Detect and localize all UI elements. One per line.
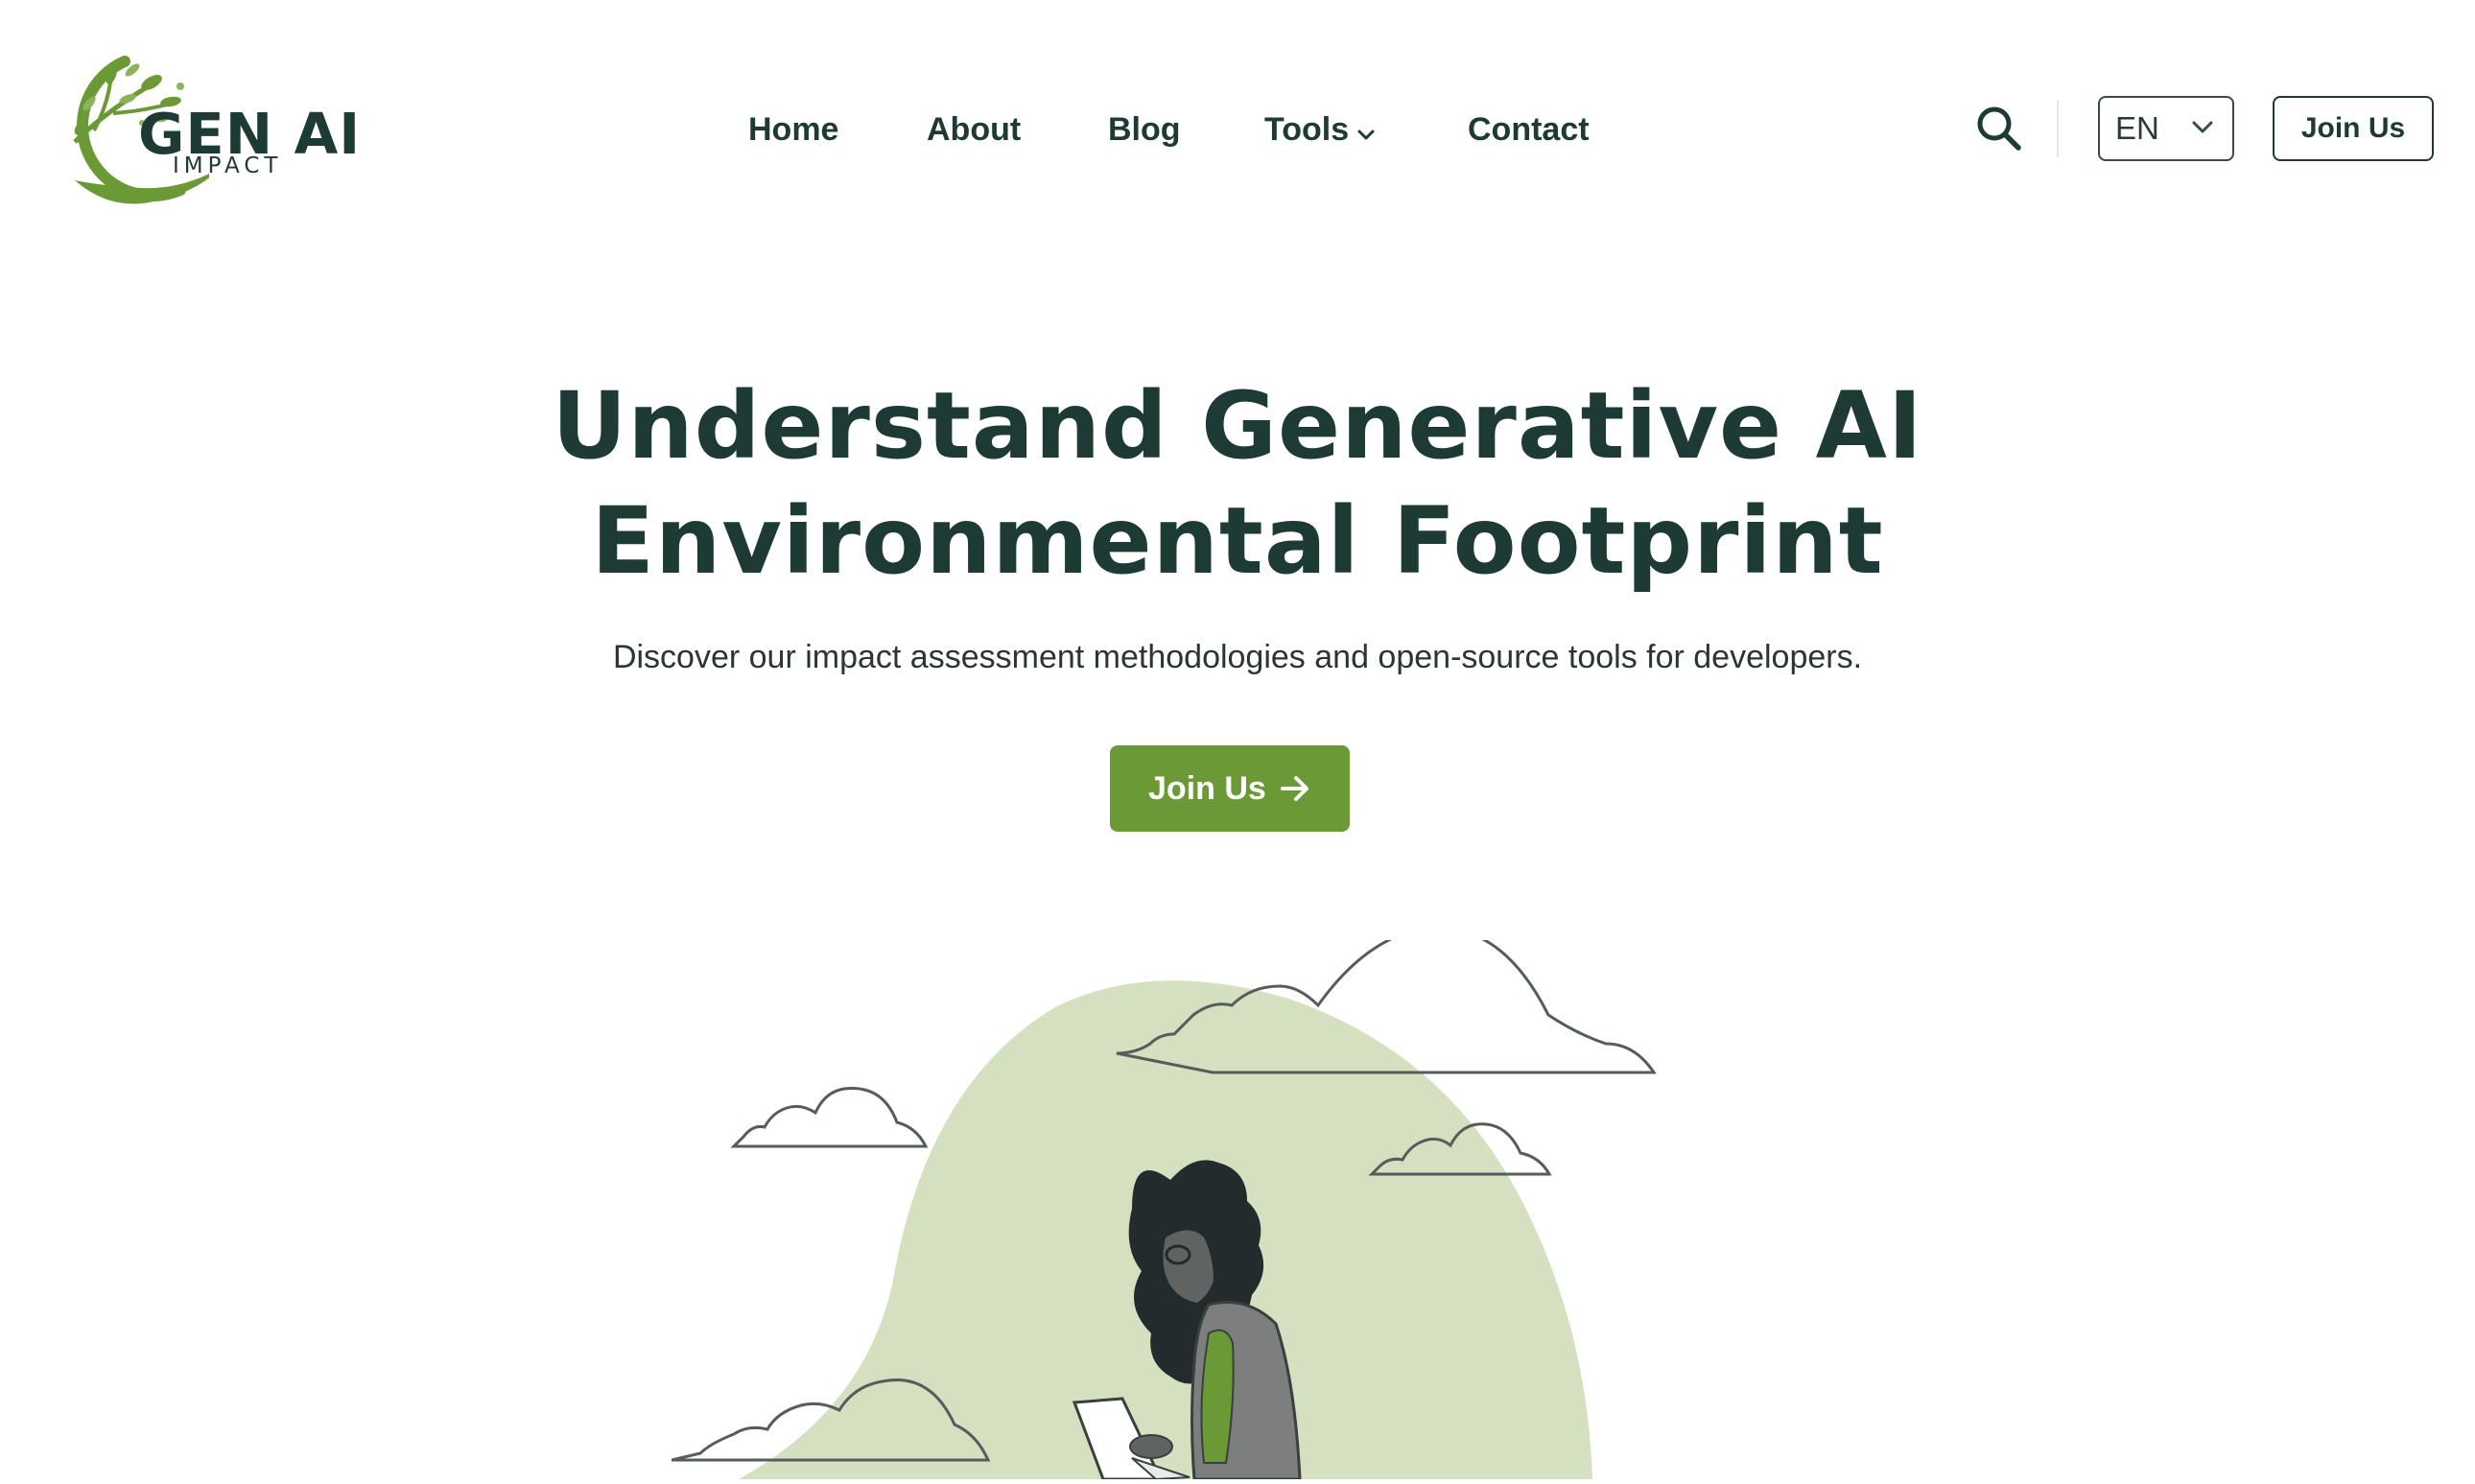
hero-title-line-2: Environmental Footprint bbox=[591, 487, 1884, 595]
hero-title-line-1: Understand Generative AI bbox=[552, 372, 1923, 480]
chevron-down-icon bbox=[2190, 119, 2215, 141]
header-join-button[interactable]: Join Us bbox=[2273, 96, 2434, 161]
language-select[interactable]: EN bbox=[2098, 96, 2234, 161]
nav-item-blog[interactable]: Blog bbox=[1108, 107, 1181, 152]
chevron-down-icon bbox=[1356, 109, 1376, 153]
nav-item-contact[interactable]: Contact bbox=[1468, 107, 1590, 152]
site-header: GEN AI IMPACT Home About Blog Tools Cont… bbox=[0, 0, 2475, 259]
language-value: EN bbox=[2115, 110, 2159, 146]
nav-item-home[interactable]: Home bbox=[748, 107, 838, 152]
header-divider bbox=[2057, 100, 2059, 157]
nav-item-tools[interactable]: Tools bbox=[1264, 107, 1376, 152]
arrow-right-icon bbox=[1279, 772, 1311, 813]
site-logo[interactable]: GEN AI IMPACT bbox=[36, 46, 360, 215]
hero-title: Understand Generative AI Environmental F… bbox=[278, 368, 2197, 599]
search-icon bbox=[1977, 106, 2021, 151]
hero-join-label: Join Us bbox=[1148, 770, 1266, 807]
nav-item-about[interactable]: About bbox=[927, 107, 1021, 152]
woman-top bbox=[1200, 1329, 1235, 1464]
logo-subtitle: IMPACT bbox=[173, 153, 283, 178]
hero-subtitle: Discover our impact assessment methodolo… bbox=[612, 639, 1863, 675]
cloud-left bbox=[730, 1086, 929, 1148]
woman-with-laptop-and-clouds-illustration bbox=[671, 926, 1823, 1481]
hero-join-button[interactable]: Join Us bbox=[1110, 745, 1350, 832]
search-button[interactable] bbox=[1974, 104, 2024, 153]
nav-item-tools-label: Tools bbox=[1264, 111, 1350, 148]
